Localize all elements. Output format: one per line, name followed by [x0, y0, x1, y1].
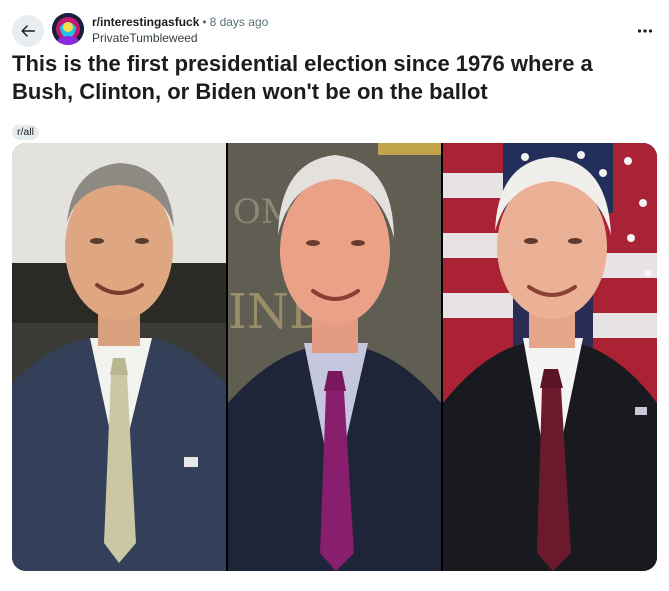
photo-panel-clinton: OM INDI: [228, 143, 441, 571]
post-flair[interactable]: r/all: [12, 125, 39, 140]
arrow-left-icon: [21, 25, 36, 37]
author-link[interactable]: PrivateTumbleweed: [92, 30, 268, 46]
ellipsis-horizontal-icon: [637, 29, 653, 33]
back-button[interactable]: [12, 15, 44, 47]
post-meta: r/interestingasfuck • 8 days ago PrivateTu…: [92, 14, 268, 46]
meta-separator: •: [202, 15, 207, 29]
post-image[interactable]: OM INDI: [12, 143, 657, 571]
post-header: r/interestingasfuck • 8 days ago PrivateTu…: [12, 13, 657, 47]
photo-panel-bush: [12, 143, 226, 571]
subreddit-avatar[interactable]: [52, 13, 84, 45]
post-time: 8 days ago: [209, 15, 269, 29]
post-title[interactable]: This is the first presidential election …: [12, 50, 657, 106]
photo-panel-biden: [443, 143, 657, 571]
more-options-button[interactable]: [633, 19, 657, 43]
subreddit-link[interactable]: r/interestingasfuck: [92, 15, 199, 29]
